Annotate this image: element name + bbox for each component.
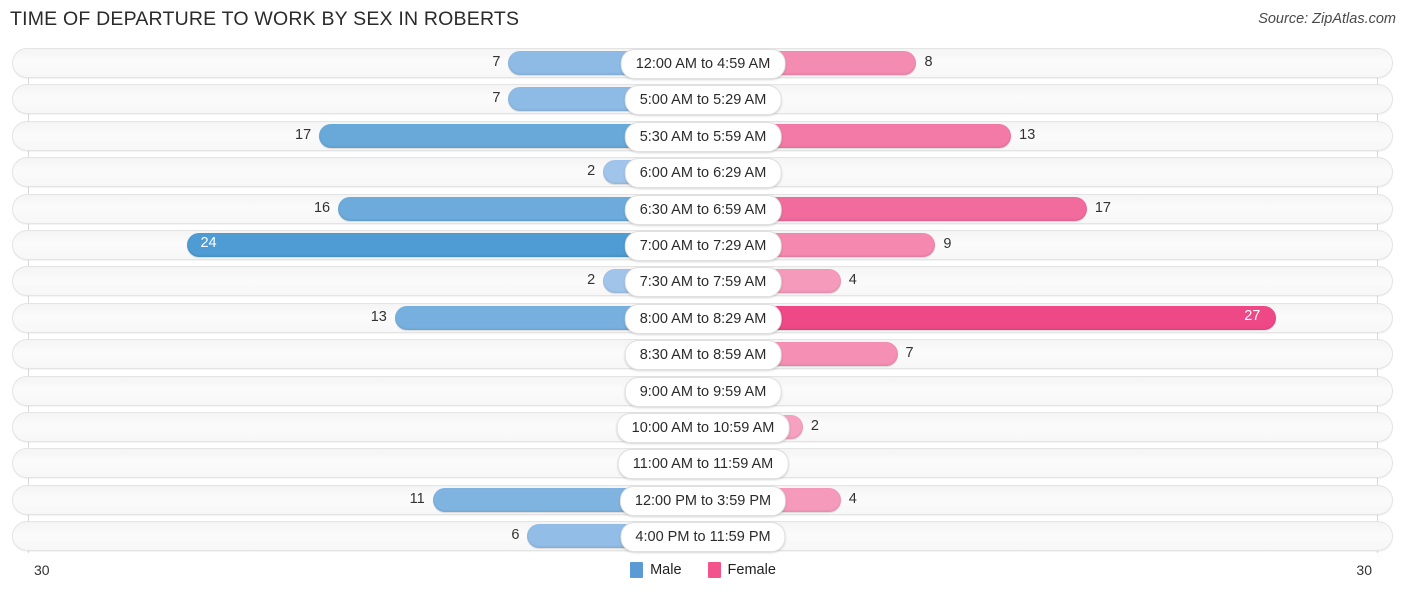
chart-footer: 30 30 Male Female [0,552,1406,594]
category-label-pill: 7:30 AM to 7:59 AM [624,267,782,298]
value-label-male: 6 [511,527,520,544]
category-label-pill: 5:30 AM to 5:59 AM [624,121,782,152]
value-label-male: 2 [587,163,596,180]
chart-row: 2 4 7:30 AM to 7:59 AM [0,266,1406,298]
chart-row: 7 8 12:00 AM to 4:59 AM [0,48,1406,79]
value-label-female: 13 [1019,126,1036,143]
chart-row: 11 4 12:00 PM to 3:59 PM [0,484,1406,516]
bar-female[interactable] [703,305,1277,330]
legend-label-male: Male [650,562,682,578]
value-label-male: 7 [492,90,501,107]
value-label-male: 17 [295,126,312,143]
value-label-male: 7 [492,54,501,70]
value-label-female-inside: 27 [1244,307,1261,324]
value-label-female: 2 [810,417,819,434]
value-label-female: 4 [848,272,857,289]
chart-legend: Male Female [0,562,1406,578]
chart-rows: 7 8 12:00 AM to 4:59 AM 705:00 AM to 5:29 A… [0,48,1406,557]
legend-item-male[interactable]: Male [630,562,682,578]
category-label-pill: 6:30 AM to 6:59 AM [624,194,782,225]
value-label-male-inside: 24 [200,234,217,251]
category-label-pill: 10:00 AM to 10:59 AM [616,412,790,443]
chart-row: 0210:00 AM to 10:59 AM [0,411,1406,443]
category-label-pill: 6:00 AM to 6:29 AM [624,158,782,189]
legend-item-female[interactable]: Female [707,562,776,578]
page-title: TIME OF DEPARTURE TO WORK BY SEX IN ROBE… [10,8,520,30]
value-label-female: 4 [848,490,857,507]
category-label-pill: 12:00 AM to 4:59 AM [620,49,786,79]
chart-row: 13 27 8:00 AM to 8:29 AM [0,302,1406,334]
legend-swatch-male-icon [630,562,644,578]
chart-row: 206:00 AM to 6:29 AM [0,157,1406,189]
category-label-pill: 4:00 PM to 11:59 PM [620,522,786,553]
chart-row: 17 13 5:30 AM to 5:59 AM [0,120,1406,152]
value-label-female: 8 [924,54,933,70]
value-label-male: 2 [587,272,596,289]
category-label-pill: 9:00 AM to 9:59 AM [624,376,782,407]
value-label-female: 7 [905,345,914,362]
value-label-male: 13 [370,308,387,325]
value-label-female: 17 [1094,199,1111,216]
source-attribution: Source: ZipAtlas.com [1258,11,1396,27]
category-label-pill: 12:00 PM to 3:59 PM [619,485,787,516]
chart-header: TIME OF DEPARTURE TO WORK BY SEX IN ROBE… [0,0,1406,40]
value-label-male: 11 [409,490,425,507]
category-label-pill: 8:00 AM to 8:29 AM [624,303,782,334]
chart-row: 604:00 PM to 11:59 PM [0,521,1406,553]
value-label-male: 16 [313,199,331,216]
chart-row: 16 17 6:30 AM to 6:59 AM [0,193,1406,225]
value-label-female: 9 [943,235,952,252]
legend-label-female: Female [727,562,776,578]
chart-row: 24 9 7:00 AM to 7:29 AM [0,229,1406,261]
category-label-pill: 5:00 AM to 5:29 AM [624,85,782,116]
chart-row: 705:00 AM to 5:29 AM [0,84,1406,116]
chart-row: 0011:00 AM to 11:59 AM [0,448,1406,480]
category-label-pill: 11:00 AM to 11:59 AM [617,449,789,480]
legend-swatch-female-icon [707,562,721,578]
category-label-pill: 7:00 AM to 7:29 AM [624,230,782,261]
chart-row: 009:00 AM to 9:59 AM [0,375,1406,407]
chart-plot-area: 7 8 12:00 AM to 4:59 AM 705:00 AM to 5:29 A… [0,48,1406,554]
chart-row: 078:30 AM to 8:59 AM [0,339,1406,371]
category-label-pill: 8:30 AM to 8:59 AM [624,340,782,371]
